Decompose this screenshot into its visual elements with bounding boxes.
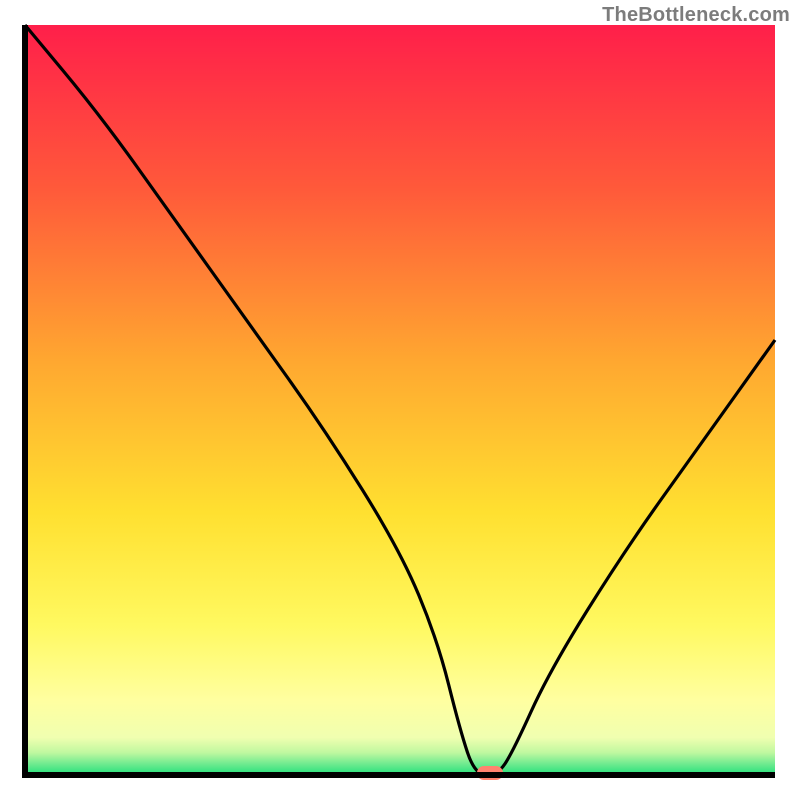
bottleneck-chart: TheBottleneck.com — [0, 0, 800, 800]
chart-svg — [0, 0, 800, 800]
attribution-text: TheBottleneck.com — [602, 4, 790, 27]
plot-background — [25, 25, 775, 775]
